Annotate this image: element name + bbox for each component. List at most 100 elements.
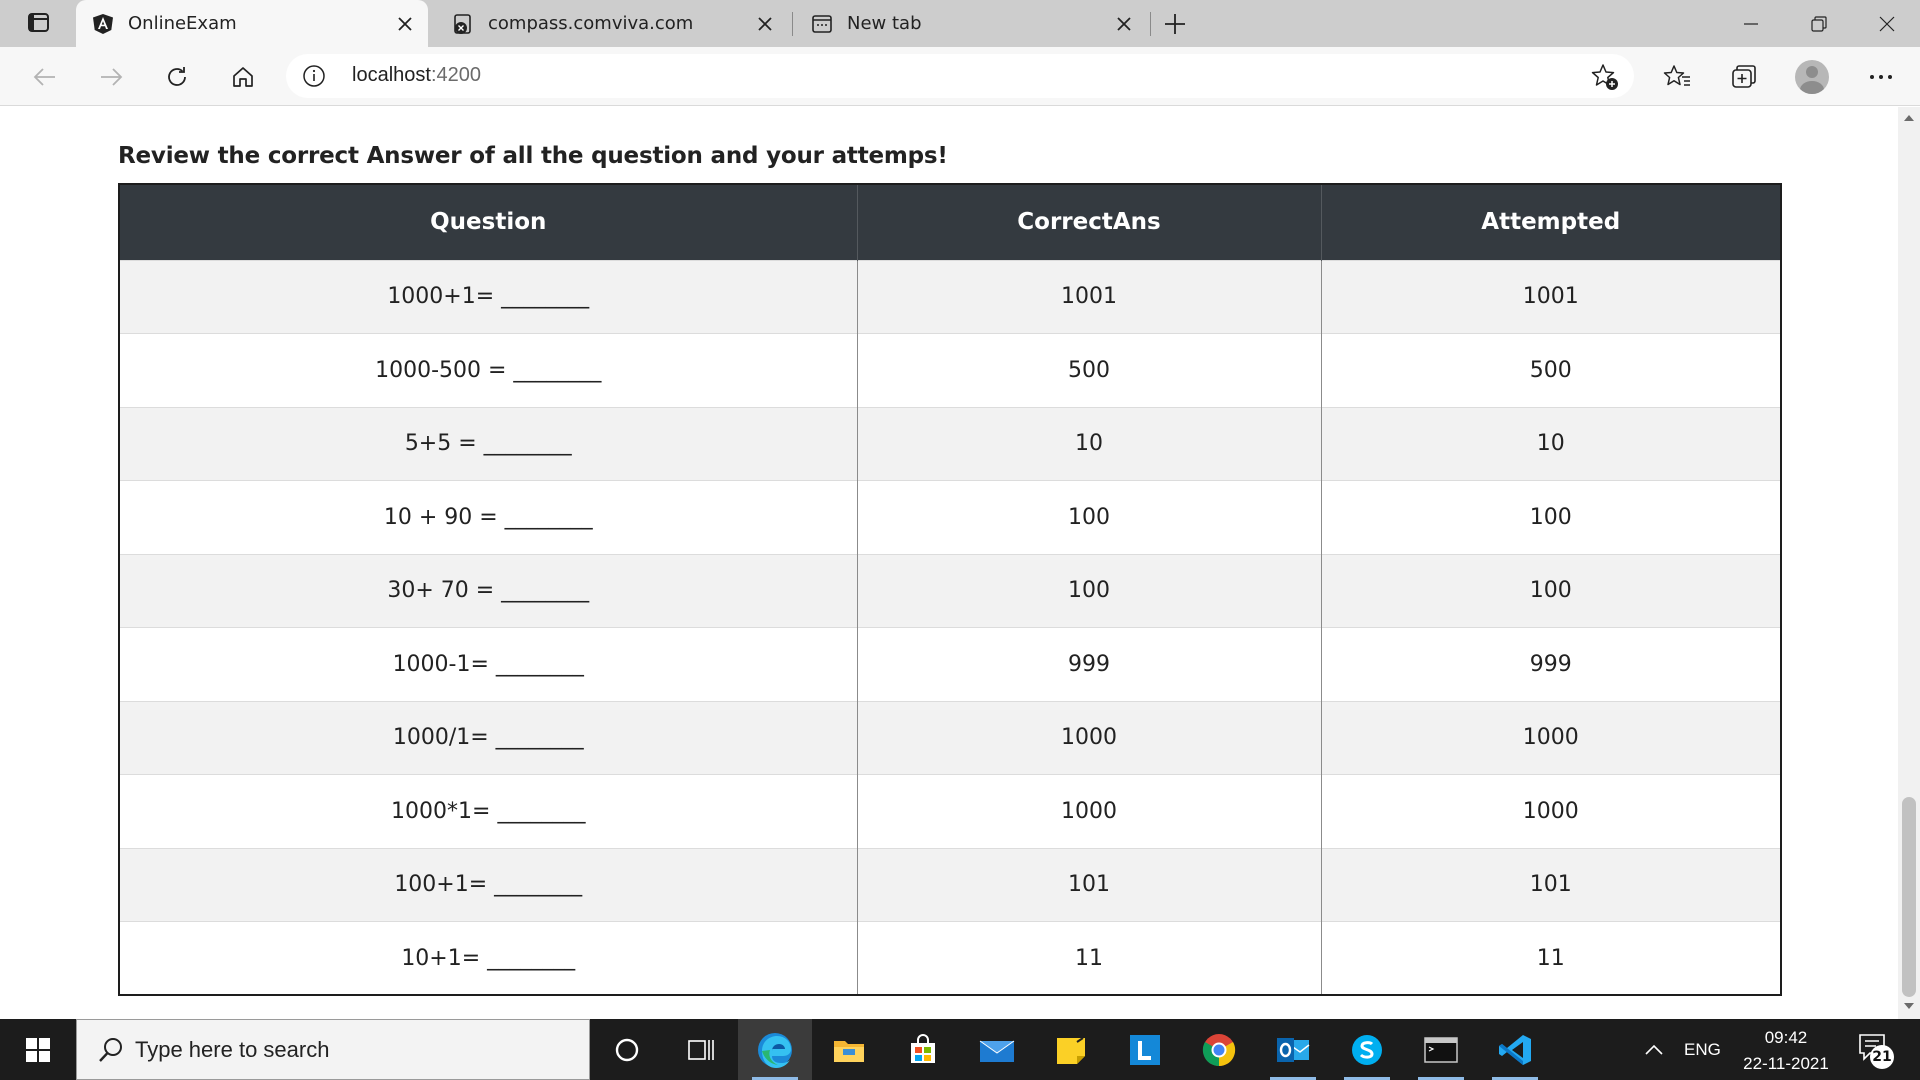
vscode-icon[interactable] bbox=[1478, 1019, 1552, 1080]
table-header-row: Question CorrectAns Attempted bbox=[119, 184, 1781, 260]
question-cell: 10 + 90 = ________ bbox=[119, 480, 858, 554]
scrollbar-thumb[interactable] bbox=[1902, 797, 1916, 997]
vertical-scrollbar[interactable] bbox=[1898, 107, 1920, 1019]
attempted-answer-cell: 1001 bbox=[1321, 259, 1781, 334]
correct-answer-cell: 100 bbox=[857, 553, 1322, 628]
favorites-icon[interactable] bbox=[1658, 58, 1696, 96]
table-row: 30+ 70 = ________ 100 100 bbox=[119, 553, 1781, 628]
question-cell: 10+1= ________ bbox=[119, 921, 858, 995]
close-icon[interactable] bbox=[750, 9, 780, 39]
correct-answer-cell: 100 bbox=[857, 480, 1322, 554]
new-tab-button[interactable] bbox=[1158, 8, 1192, 40]
microsoft-store-icon[interactable] bbox=[886, 1019, 960, 1080]
column-header-attempted: Attempted bbox=[1321, 184, 1781, 260]
correct-answer-cell: 1001 bbox=[857, 259, 1322, 334]
tab-title: OnlineExam bbox=[128, 13, 237, 34]
tab-strip: OnlineExam compass.comviva.com New tab bbox=[0, 0, 1920, 47]
back-button[interactable] bbox=[26, 58, 64, 96]
table-row: 1000+1= ________ 1001 1001 bbox=[119, 259, 1781, 334]
clock-date: 22-11-2021 bbox=[1743, 1054, 1829, 1073]
edge-icon[interactable] bbox=[738, 1019, 812, 1080]
correct-answer-cell: 10 bbox=[857, 406, 1322, 481]
tab-new-tab[interactable]: New tab bbox=[795, 0, 1147, 47]
question-cell: 1000*1= ________ bbox=[119, 774, 858, 848]
terminal-icon[interactable] bbox=[1404, 1019, 1478, 1080]
url-text[interactable]: localhost:4200 bbox=[352, 64, 481, 87]
outlook-icon[interactable] bbox=[1256, 1019, 1330, 1080]
attempted-answer-cell: 100 bbox=[1321, 553, 1781, 628]
close-icon[interactable] bbox=[390, 9, 420, 39]
correct-answer-cell: 101 bbox=[857, 847, 1322, 922]
search-icon bbox=[97, 1036, 125, 1064]
attempted-answer-cell: 100 bbox=[1321, 480, 1781, 554]
correct-answer-cell: 11 bbox=[857, 921, 1322, 995]
attempted-answer-cell: 500 bbox=[1321, 333, 1781, 407]
refresh-button[interactable] bbox=[158, 58, 196, 96]
correct-answer-cell: 999 bbox=[857, 627, 1322, 701]
tab-title: compass.comviva.com bbox=[488, 13, 694, 34]
file-explorer-icon[interactable] bbox=[812, 1019, 886, 1080]
clock-time: 09:42 bbox=[1764, 1028, 1808, 1047]
scroll-down-arrow-icon[interactable] bbox=[1904, 1003, 1914, 1009]
restore-button[interactable] bbox=[1784, 0, 1854, 47]
url-host: localhost bbox=[352, 64, 431, 86]
windows-start-button[interactable] bbox=[0, 1019, 76, 1080]
minimize-button[interactable] bbox=[1716, 0, 1786, 47]
table-row: 10+1= ________ 11 11 bbox=[119, 921, 1781, 995]
close-window-button[interactable] bbox=[1852, 0, 1920, 47]
collections-icon[interactable] bbox=[1724, 58, 1762, 96]
attempted-answer-cell: 1000 bbox=[1321, 700, 1781, 775]
angular-icon bbox=[92, 13, 114, 35]
question-cell: 100+1= ________ bbox=[119, 847, 858, 922]
column-header-question: Question bbox=[119, 184, 858, 260]
attempted-answer-cell: 1000 bbox=[1321, 774, 1781, 848]
chrome-icon[interactable] bbox=[1182, 1019, 1256, 1080]
correct-answer-cell: 1000 bbox=[857, 774, 1322, 848]
language-indicator[interactable]: ENG bbox=[1684, 1019, 1721, 1080]
home-button[interactable] bbox=[224, 58, 262, 96]
tab-onlineexam[interactable]: OnlineExam bbox=[76, 0, 428, 47]
sticky-notes-icon[interactable] bbox=[1034, 1019, 1108, 1080]
tray-overflow-icon[interactable] bbox=[1644, 1019, 1664, 1080]
tab-title: New tab bbox=[847, 13, 922, 34]
taskbar-clock[interactable]: 09:42 22-11-2021 bbox=[1724, 1025, 1848, 1077]
table-row: 1000/1= ________ 1000 1000 bbox=[119, 700, 1781, 775]
notification-count-badge: 21 bbox=[1870, 1045, 1894, 1069]
windows-logo-icon bbox=[26, 1037, 50, 1062]
close-icon[interactable] bbox=[1109, 9, 1139, 39]
more-options-icon[interactable] bbox=[1862, 58, 1900, 96]
table-row: 5+5 = ________ 10 10 bbox=[119, 406, 1781, 481]
question-cell: 1000+1= ________ bbox=[119, 259, 858, 334]
question-cell: 5+5 = ________ bbox=[119, 406, 858, 481]
correct-answer-cell: 1000 bbox=[857, 700, 1322, 775]
search-placeholder: Type here to search bbox=[135, 1037, 330, 1062]
profile-avatar[interactable] bbox=[1795, 60, 1829, 94]
forward-button[interactable] bbox=[92, 58, 130, 96]
blocked-site-icon bbox=[452, 13, 474, 35]
table-row: 1000-1= ________ 999 999 bbox=[119, 627, 1781, 701]
attempted-answer-cell: 10 bbox=[1321, 406, 1781, 481]
mail-icon[interactable] bbox=[960, 1019, 1034, 1080]
question-cell: 1000/1= ________ bbox=[119, 700, 858, 775]
page-content: Review the correct Answer of all the que… bbox=[0, 107, 1898, 1019]
review-table: Question CorrectAns Attempted 1000+1= __… bbox=[118, 183, 1782, 996]
info-icon[interactable] bbox=[302, 64, 326, 88]
new-tab-icon bbox=[811, 13, 833, 35]
l-app-icon[interactable] bbox=[1108, 1019, 1182, 1080]
table-row: 10 + 90 = ________ 100 100 bbox=[119, 480, 1781, 554]
question-cell: 1000-500 = ________ bbox=[119, 333, 858, 407]
tab-actions-icon[interactable] bbox=[20, 10, 58, 36]
address-bar[interactable]: localhost:4200 bbox=[286, 54, 1634, 98]
tab-compass[interactable]: compass.comviva.com bbox=[436, 0, 788, 47]
task-view-icon[interactable] bbox=[664, 1019, 738, 1080]
attempted-answer-cell: 999 bbox=[1321, 627, 1781, 701]
attempted-answer-cell: 101 bbox=[1321, 847, 1781, 922]
correct-answer-cell: 500 bbox=[857, 333, 1322, 407]
skype-icon[interactable] bbox=[1330, 1019, 1404, 1080]
taskbar-search-box[interactable]: Type here to search bbox=[76, 1019, 590, 1080]
cortana-icon[interactable] bbox=[590, 1019, 664, 1080]
table-row: 1000*1= ________ 1000 1000 bbox=[119, 774, 1781, 848]
notification-center-icon[interactable]: 21 bbox=[1858, 1033, 1894, 1069]
scroll-up-arrow-icon[interactable] bbox=[1904, 115, 1914, 121]
add-favorite-icon[interactable] bbox=[1590, 62, 1620, 92]
